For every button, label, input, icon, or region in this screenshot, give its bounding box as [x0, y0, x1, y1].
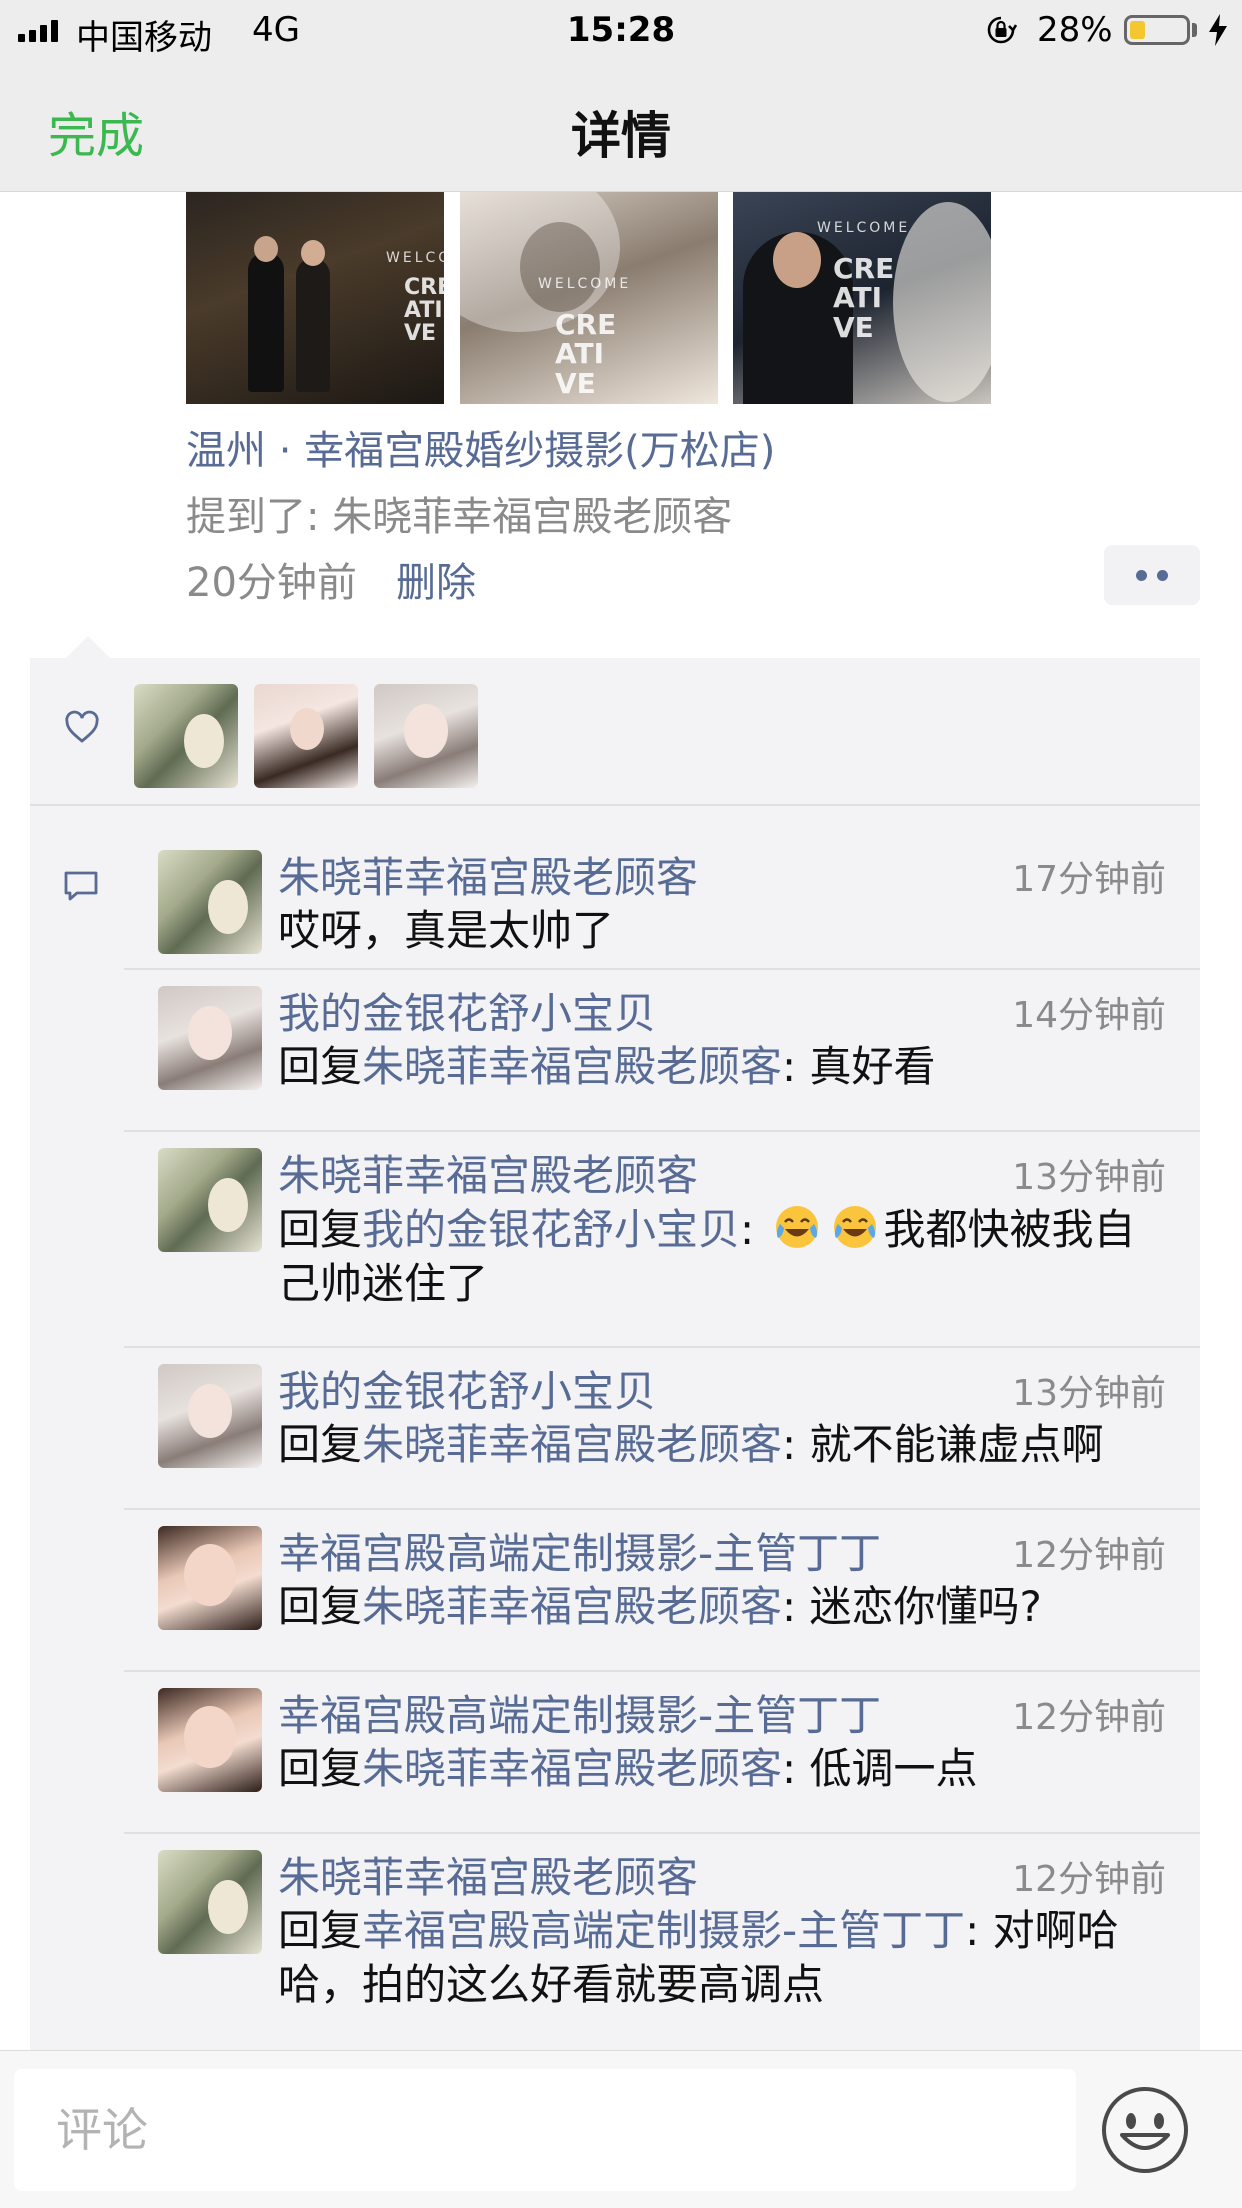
more-dot-icon [1157, 569, 1168, 581]
comment-avatar[interactable] [158, 1148, 262, 1252]
comment-avatar[interactable] [158, 986, 262, 1090]
comment-time: 12分钟前 [1012, 1535, 1166, 1576]
comment-time: 12分钟前 [1012, 1859, 1166, 1900]
photo-1-welcome-text: WELCOME [386, 250, 444, 266]
comment-author[interactable]: 我的金银花舒小宝贝 [278, 1358, 656, 1419]
reply-prefix: 回复 [278, 1744, 363, 1793]
post-mention: 提到了: 朱晓菲幸福宫殿老顾客 [186, 494, 733, 540]
more-actions-button[interactable] [1104, 545, 1200, 605]
comment-text: 回复朱晓菲幸福宫殿老顾客: 迷恋你懂吗? [278, 1580, 1168, 1634]
smiley-icon[interactable] [1100, 2085, 1190, 2175]
comment-item[interactable]: 我的金银花舒小宝贝 14分钟前 回复朱晓菲幸福宫殿老顾客: 真好看 [124, 968, 1200, 1130]
comment-avatar[interactable] [158, 1526, 262, 1630]
comment-body: : 低调一点 [782, 1744, 978, 1793]
photo-3-word: CRE ATI VE [833, 252, 895, 344]
reply-target[interactable]: 朱晓菲幸福宫殿老顾客 [362, 1042, 782, 1091]
reply-target[interactable]: 朱晓菲幸福宫殿老顾客 [362, 1744, 782, 1793]
comment-icon [64, 871, 98, 901]
reply-prefix: 回复 [278, 1205, 363, 1254]
like-avatar-1[interactable] [134, 684, 238, 788]
reply-prefix: 回复 [278, 1420, 363, 1469]
laughing-tears-emoji [833, 1206, 876, 1248]
charging-bolt-icon [1209, 14, 1227, 46]
post-photo-2[interactable]: WELCOME CRE ATI VE [460, 192, 718, 404]
comment-author[interactable]: 朱晓菲幸福宫殿老顾客 [278, 1142, 698, 1203]
post-photo-1[interactable]: WELCOME CRE ATI VE [186, 192, 444, 404]
reply-colon: : [740, 1205, 768, 1254]
panel-pointer [66, 636, 110, 658]
photo-2-word: CRE ATI VE [555, 308, 617, 400]
like-avatar-3[interactable] [374, 684, 478, 788]
comment-text: 回复幸福宫殿高端定制摄影-主管丁丁: 对啊哈哈，拍的这么好看就要高调点 [278, 1904, 1168, 2012]
comment-author[interactable]: 朱晓菲幸福宫殿老顾客 [278, 844, 698, 905]
comment-time: 13分钟前 [1012, 1373, 1166, 1414]
reply-target[interactable]: 朱晓菲幸福宫殿老顾客 [362, 1582, 782, 1631]
comment-item[interactable]: 幸福宫殿高端定制摄影-主管丁丁 12分钟前 回复朱晓菲幸福宫殿老顾客: 迷恋你懂… [124, 1508, 1200, 1670]
comment-item[interactable]: 幸福宫殿高端定制摄影-主管丁丁 12分钟前 回复朱晓菲幸福宫殿老顾客: 低调一点 [124, 1670, 1200, 1832]
comment-body: 哎呀，真是太帅了 [278, 906, 615, 955]
comment-time: 13分钟前 [1012, 1157, 1166, 1198]
comment-body: : 迷恋你懂吗? [782, 1582, 1042, 1631]
photo-1-word: CRE ATI VE [404, 275, 444, 347]
navigation-bar: 完成 详情 [0, 60, 1242, 192]
comment-item[interactable]: 朱晓菲幸福宫殿老顾客 13分钟前 回复我的金银花舒小宝贝: 我都快被我自己帅迷住… [124, 1130, 1200, 1346]
comment-input-bar [0, 2050, 1242, 2208]
comment-avatar[interactable] [158, 850, 262, 954]
battery-fill [1130, 21, 1145, 39]
comment-author[interactable]: 幸福宫殿高端定制摄影-主管丁丁 [278, 1520, 881, 1581]
comment-text: 回复我的金银花舒小宝贝: 我都快被我自己帅迷住了 [278, 1202, 1168, 1311]
comment-item[interactable]: 朱晓菲幸福宫殿老顾客 17分钟前 哎呀，真是太帅了 [124, 806, 1200, 968]
reply-prefix: 回复 [278, 1906, 363, 1955]
post-detail-content: WELCOME CRE ATI VE WELCOME CRE ATI VE WE… [0, 192, 1242, 2050]
status-bar: 中国移动 4G 15:28 28% [0, 0, 1242, 60]
comment-avatar[interactable] [158, 1688, 262, 1792]
more-dot-icon [1136, 569, 1147, 581]
comment-body: : 就不能谦虚点啊 [782, 1420, 1104, 1469]
comment-input[interactable] [14, 2069, 1076, 2191]
comment-author[interactable]: 幸福宫殿高端定制摄影-主管丁丁 [278, 1682, 881, 1743]
heart-icon [65, 710, 99, 743]
comment-item[interactable]: 我的金银花舒小宝贝 13分钟前 回复朱晓菲幸福宫殿老顾客: 就不能谦虚点啊 [124, 1346, 1200, 1508]
battery-icon [1124, 15, 1190, 45]
likes-row [30, 658, 1200, 806]
battery-percent: 28% [1037, 10, 1113, 50]
post-time: 20分钟前 [186, 560, 357, 606]
likes-comments-panel: 朱晓菲幸福宫殿老顾客 17分钟前 哎呀，真是太帅了 我的金银花舒小宝贝 14分钟… [30, 658, 1200, 2050]
photo-2-welcome-text: WELCOME [538, 276, 632, 292]
like-avatar-2[interactable] [254, 684, 358, 788]
reply-target[interactable]: 幸福宫殿高端定制摄影-主管丁丁 [362, 1906, 965, 1955]
orientation-lock-icon [987, 16, 1017, 44]
reply-target[interactable]: 我的金银花舒小宝贝 [362, 1205, 740, 1254]
laughing-tears-emoji [775, 1206, 818, 1248]
reply-target[interactable]: 朱晓菲幸福宫殿老顾客 [362, 1420, 782, 1469]
comment-time: 12分钟前 [1012, 1697, 1166, 1738]
reply-prefix: 回复 [278, 1582, 363, 1631]
comment-text: 回复朱晓菲幸福宫殿老顾客: 低调一点 [278, 1742, 1168, 1796]
comment-author[interactable]: 朱晓菲幸福宫殿老顾客 [278, 1844, 698, 1905]
delete-button[interactable]: 删除 [396, 550, 476, 608]
comment-author[interactable]: 我的金银花舒小宝贝 [278, 980, 656, 1041]
post-location[interactable]: 温州 · 幸福宫殿婚纱摄影(万松店) [186, 418, 775, 476]
moments-detail-page: 中国移动 4G 15:28 28% 完成 详情 WELCOME CRE A [0, 0, 1242, 2208]
battery-cap [1192, 23, 1197, 37]
comment-avatar[interactable] [158, 1850, 262, 1954]
reply-prefix: 回复 [278, 1042, 363, 1091]
comment-text: 回复朱晓菲幸福宫殿老顾客: 真好看 [278, 1040, 1168, 1094]
comment-time: 14分钟前 [1012, 995, 1166, 1036]
comment-avatar[interactable] [158, 1364, 262, 1468]
comment-body: : 真好看 [782, 1042, 936, 1091]
comment-item[interactable]: 朱晓菲幸福宫殿老顾客 12分钟前 回复幸福宫殿高端定制摄影-主管丁丁: 对啊哈哈… [124, 1832, 1200, 2032]
photo-3-welcome-text: WELCOME [817, 220, 911, 236]
comment-text: 回复朱晓菲幸福宫殿老顾客: 就不能谦虚点啊 [278, 1418, 1168, 1472]
post-photo-3[interactable]: WELCOME CRE ATI VE [733, 192, 991, 404]
comment-time: 17分钟前 [1012, 859, 1166, 900]
comment-text: 哎呀，真是太帅了 [278, 904, 1168, 958]
page-title: 详情 [571, 107, 671, 165]
